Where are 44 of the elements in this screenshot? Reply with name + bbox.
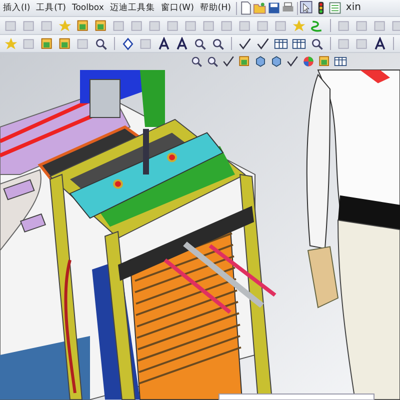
menu-item[interactable]: 帮助(H): [196, 0, 234, 16]
menu-item[interactable]: 工具(T): [33, 0, 69, 16]
menu-item[interactable]: Toolbox: [68, 0, 107, 16]
menu-item[interactable]: 插入(I): [0, 0, 34, 16]
tool-icon[interactable]: [22, 36, 36, 50]
zoom-icon[interactable]: [94, 36, 108, 50]
toolbar-label: xin: [346, 1, 361, 15]
star-icon[interactable]: [58, 18, 72, 32]
table-icon[interactable]: [334, 57, 346, 66]
check-icon[interactable]: [238, 36, 252, 50]
folder-icon[interactable]: [252, 1, 267, 15]
zoom-icon[interactable]: [208, 57, 218, 66]
tool-icon[interactable]: [22, 18, 36, 32]
tool-icon[interactable]: [4, 18, 18, 32]
tool-icon[interactable]: [337, 36, 351, 50]
list-icon[interactable]: [328, 1, 342, 15]
sheet-icon[interactable]: [76, 18, 90, 32]
menu-item[interactable]: 窗口(W): [158, 0, 197, 16]
menu-item[interactable]: 迈迪工具集: [106, 0, 158, 16]
table-icon[interactable]: [292, 36, 306, 50]
check-icon[interactable]: [256, 36, 270, 50]
check-icon[interactable]: [288, 56, 298, 66]
sheet-icon[interactable]: [40, 36, 54, 50]
sheet-icon[interactable]: [320, 56, 329, 66]
letter-icon[interactable]: [157, 36, 171, 50]
zoom-icon[interactable]: [192, 57, 202, 66]
table-icon[interactable]: [274, 36, 288, 50]
cursor-icon[interactable]: [300, 1, 314, 15]
zoom-icon[interactable]: [211, 36, 225, 50]
sphere-icon[interactable]: [304, 56, 314, 66]
tool-icon[interactable]: [40, 18, 54, 32]
save-icon[interactable]: [266, 1, 281, 15]
star-icon[interactable]: [4, 36, 18, 50]
check-icon[interactable]: [224, 56, 234, 66]
tool-icon[interactable]: [337, 18, 351, 32]
sheet-icon[interactable]: [94, 18, 108, 32]
zoom-icon[interactable]: [193, 36, 207, 50]
document-icon[interactable]: [238, 1, 253, 15]
sheet-icon[interactable]: [240, 56, 249, 66]
sheet-icon[interactable]: [58, 36, 72, 50]
letter-icon[interactable]: [373, 36, 387, 50]
letter-icon[interactable]: [175, 36, 189, 50]
zoom-icon[interactable]: [310, 36, 324, 50]
star-icon[interactable]: [292, 18, 306, 32]
